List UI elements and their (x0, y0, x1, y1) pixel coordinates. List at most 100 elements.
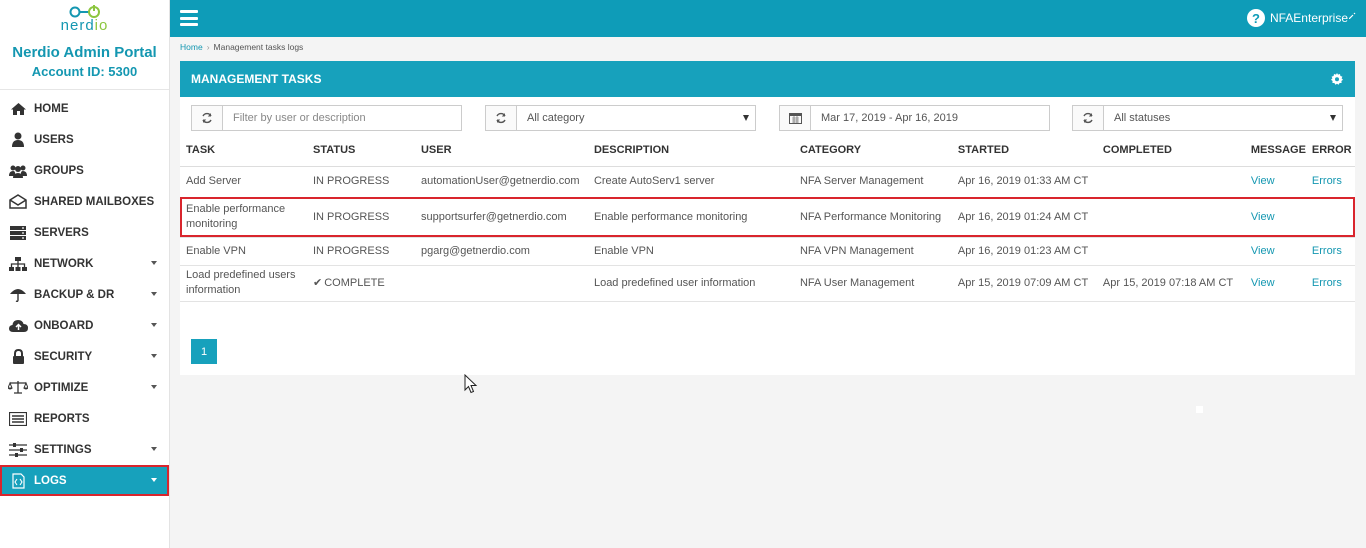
filter-bar: Filter by user or description All catego… (180, 97, 1355, 137)
report-icon (8, 411, 28, 427)
column-header-message[interactable]: MESSAGE (1244, 137, 1306, 167)
server-icon (8, 225, 28, 241)
view-message-link[interactable]: View (1251, 211, 1275, 223)
task-cell: Add Server (180, 166, 307, 198)
task-cell: Enable performance monitoring (180, 197, 307, 238)
nerdio-logo[interactable]: nerdio (0, 0, 169, 40)
view-message-link[interactable]: View (1251, 245, 1275, 257)
gear-icon[interactable] (1331, 73, 1343, 85)
sidebar-item-settings[interactable]: SETTINGS (0, 434, 169, 465)
sidebar-item-network[interactable]: NETWORK (0, 248, 169, 279)
column-header-error[interactable]: ERROR (1305, 137, 1355, 167)
logo-text: nerdio (60, 17, 109, 34)
column-header-task[interactable]: TASK (180, 137, 307, 167)
description-cell: Load predefined user information (587, 265, 794, 302)
sidebar-item-users[interactable]: USERS (0, 124, 169, 155)
sidebar-item-servers[interactable]: SERVERS (0, 217, 169, 248)
task-cell: Load predefined users information (180, 265, 307, 302)
portal-title: Nerdio Admin Portal (12, 44, 157, 61)
errors-link[interactable]: Errors (1312, 175, 1342, 187)
chevron-down-icon (151, 478, 157, 482)
calendar-icon[interactable] (780, 106, 811, 130)
refresh-icon[interactable] (1073, 106, 1104, 130)
cloud-upload-icon (8, 318, 28, 334)
sidebar-item-security[interactable]: SECURITY (0, 341, 169, 372)
umbrella-icon (8, 287, 28, 303)
column-header-completed[interactable]: COMPLETED (1096, 137, 1245, 167)
tasks-table: TASK STATUS USER DESCRIPTION CATEGORY ST… (180, 137, 1355, 302)
view-message-link[interactable]: View (1251, 175, 1275, 187)
checkmark-icon: ✔ (312, 276, 323, 289)
breadcrumb-current: Management tasks logs (213, 42, 304, 52)
column-header-description[interactable]: DESCRIPTION (587, 137, 794, 167)
errors-link[interactable]: Errors (1312, 245, 1342, 257)
table-row[interactable]: Load predefined users information ✔ COMPL… (180, 265, 1355, 302)
sidebar: nerdio Nerdio Admin Portal Account ID: 5… (0, 0, 170, 548)
home-icon (8, 101, 28, 117)
chevron-down-icon[interactable] (1330, 115, 1336, 121)
sidebar-item-optimize[interactable]: OPTIMIZE (0, 372, 169, 403)
started-cell: Apr 15, 2019 07:09 AM CT (951, 265, 1097, 302)
column-header-category[interactable]: CATEGORY (793, 137, 952, 167)
user-cell: automationUser@getnerdio.com (414, 166, 588, 198)
task-cell: Enable VPN (180, 237, 307, 266)
chevron-down-icon[interactable] (743, 115, 749, 121)
category-select[interactable]: All category (517, 112, 743, 124)
sidebar-item-shared-mailboxes[interactable]: SHARED MAILBOXES (0, 186, 169, 217)
sidebar-item-label: NETWORK (34, 257, 94, 270)
status-select[interactable]: All statuses (1104, 112, 1330, 124)
account-id: Account ID: 5300 (31, 64, 138, 79)
user-cell: pgarg@getnerdio.com (414, 237, 588, 266)
sidebar-item-label: SECURITY (34, 350, 93, 363)
group-icon (8, 163, 28, 179)
table-row[interactable]: Add Server IN PROGRESS automationUser@ge… (180, 166, 1355, 198)
balance-icon (8, 380, 28, 396)
top-bar: ? NFAEnterprise (170, 0, 1366, 37)
user-name[interactable]: NFAEnterprise (1270, 11, 1348, 25)
view-message-link[interactable]: View (1251, 277, 1275, 289)
search-filter: Filter by user or description (191, 105, 462, 131)
sidebar-item-label: REPORTS (34, 412, 90, 425)
user-dropdown-icon (1349, 12, 1356, 19)
breadcrumb-home[interactable]: Home (180, 42, 203, 52)
table-row[interactable]: Enable VPN IN PROGRESS pgarg@getnerdio.c… (180, 237, 1355, 266)
sidebar-item-label: GROUPS (34, 164, 84, 177)
date-range-input[interactable]: Mar 17, 2019 - Apr 16, 2019 (811, 112, 1049, 124)
table-row-highlighted[interactable]: Enable performance monitoring IN PROGRES… (180, 197, 1355, 238)
chevron-down-icon (151, 292, 157, 296)
user-cell (414, 265, 588, 302)
category-cell: NFA Server Management (793, 166, 952, 198)
sidebar-item-onboard[interactable]: ONBOARD (0, 310, 169, 341)
user-menu[interactable]: ? NFAEnterprise (1246, 9, 1356, 27)
management-tasks-panel: MANAGEMENT TASKS Filter by user or descr… (180, 61, 1355, 375)
column-header-started[interactable]: STARTED (951, 137, 1097, 167)
chevron-down-icon (151, 354, 157, 358)
panel-title: MANAGEMENT TASKS (191, 72, 322, 86)
errors-link[interactable]: Errors (1312, 277, 1342, 289)
sidebar-nav: HOME USERS GROUPS SHARED MAILBOXES SERVE… (0, 89, 169, 496)
sidebar-item-logs[interactable]: LOGS (0, 465, 169, 496)
sidebar-item-label: BACKUP & DR (34, 288, 115, 301)
help-icon[interactable]: ? (1246, 9, 1265, 27)
menu-toggle-icon[interactable] (180, 10, 198, 26)
refresh-icon[interactable] (486, 106, 517, 130)
pagination-page-button[interactable]: 1 (191, 339, 217, 364)
started-cell: Apr 16, 2019 01:24 AM CT (951, 197, 1097, 238)
sidebar-item-reports[interactable]: REPORTS (0, 403, 169, 434)
search-input[interactable]: Filter by user or description (223, 112, 461, 124)
refresh-icon[interactable] (192, 106, 223, 130)
column-header-user[interactable]: USER (414, 137, 588, 167)
sidebar-item-home[interactable]: HOME (0, 93, 169, 124)
sidebar-item-backup-dr[interactable]: BACKUP & DR (0, 279, 169, 310)
started-cell: Apr 16, 2019 01:33 AM CT (951, 166, 1097, 198)
chevron-down-icon (151, 447, 157, 451)
sidebar-item-label: ONBOARD (34, 319, 94, 332)
sliders-icon (8, 442, 28, 458)
column-header-status[interactable]: STATUS (306, 137, 415, 167)
category-cell: NFA User Management (793, 265, 952, 302)
mailbox-icon (8, 194, 28, 210)
completed-cell (1096, 166, 1245, 198)
status-cell: IN PROGRESS (306, 197, 415, 238)
lock-icon (8, 349, 28, 365)
sidebar-item-groups[interactable]: GROUPS (0, 155, 169, 186)
